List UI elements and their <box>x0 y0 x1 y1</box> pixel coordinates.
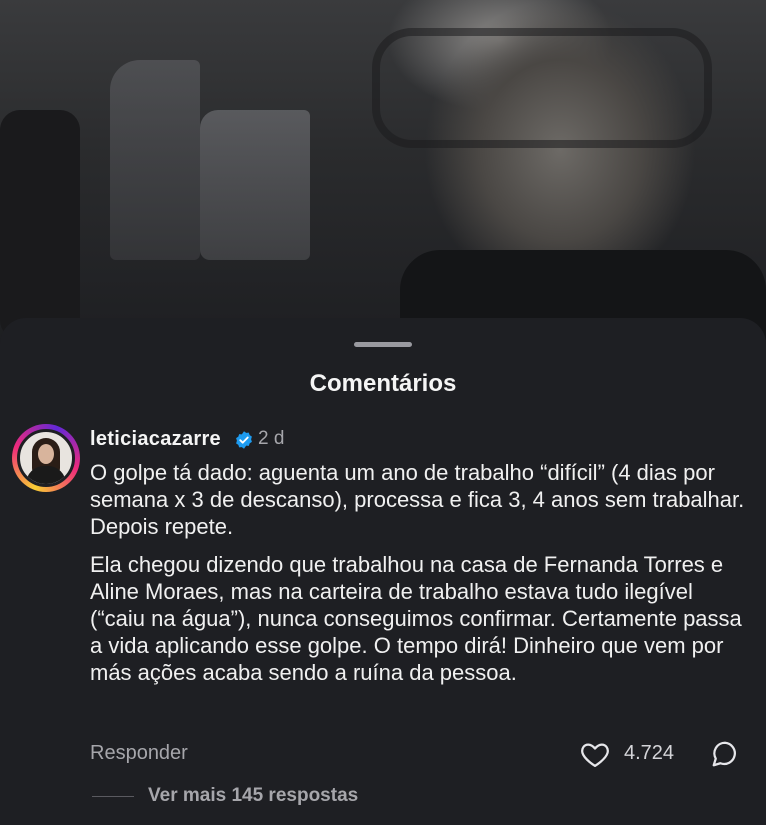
reply-bubble-icon[interactable] <box>710 739 740 769</box>
comment-text-paragraph-2: Ela chegou dizendo que trabalhou na casa… <box>90 552 742 685</box>
sheet-drag-handle[interactable] <box>354 342 412 347</box>
glasses-shape <box>372 28 712 148</box>
like-count: 4.724 <box>624 742 675 764</box>
avatar[interactable] <box>17 429 75 487</box>
reply-button[interactable]: Responder <box>90 742 188 765</box>
background-video-frame <box>0 0 766 340</box>
car-window-rear <box>110 60 200 260</box>
comment-username[interactable]: leticiacazarre <box>90 428 221 451</box>
heart-icon[interactable] <box>580 740 610 768</box>
replies-divider-line <box>92 796 134 797</box>
comment-timestamp: 2 d <box>258 428 285 449</box>
sheet-title: Comentários <box>309 370 457 397</box>
car-seat <box>0 110 80 340</box>
view-more-replies-button[interactable]: Ver mais 145 respostas <box>148 785 358 807</box>
comment-text-paragraph-1: O golpe tá dado: aguenta um ano de traba… <box>90 460 745 539</box>
car-window <box>200 110 310 260</box>
verified-badge-icon <box>236 431 252 449</box>
